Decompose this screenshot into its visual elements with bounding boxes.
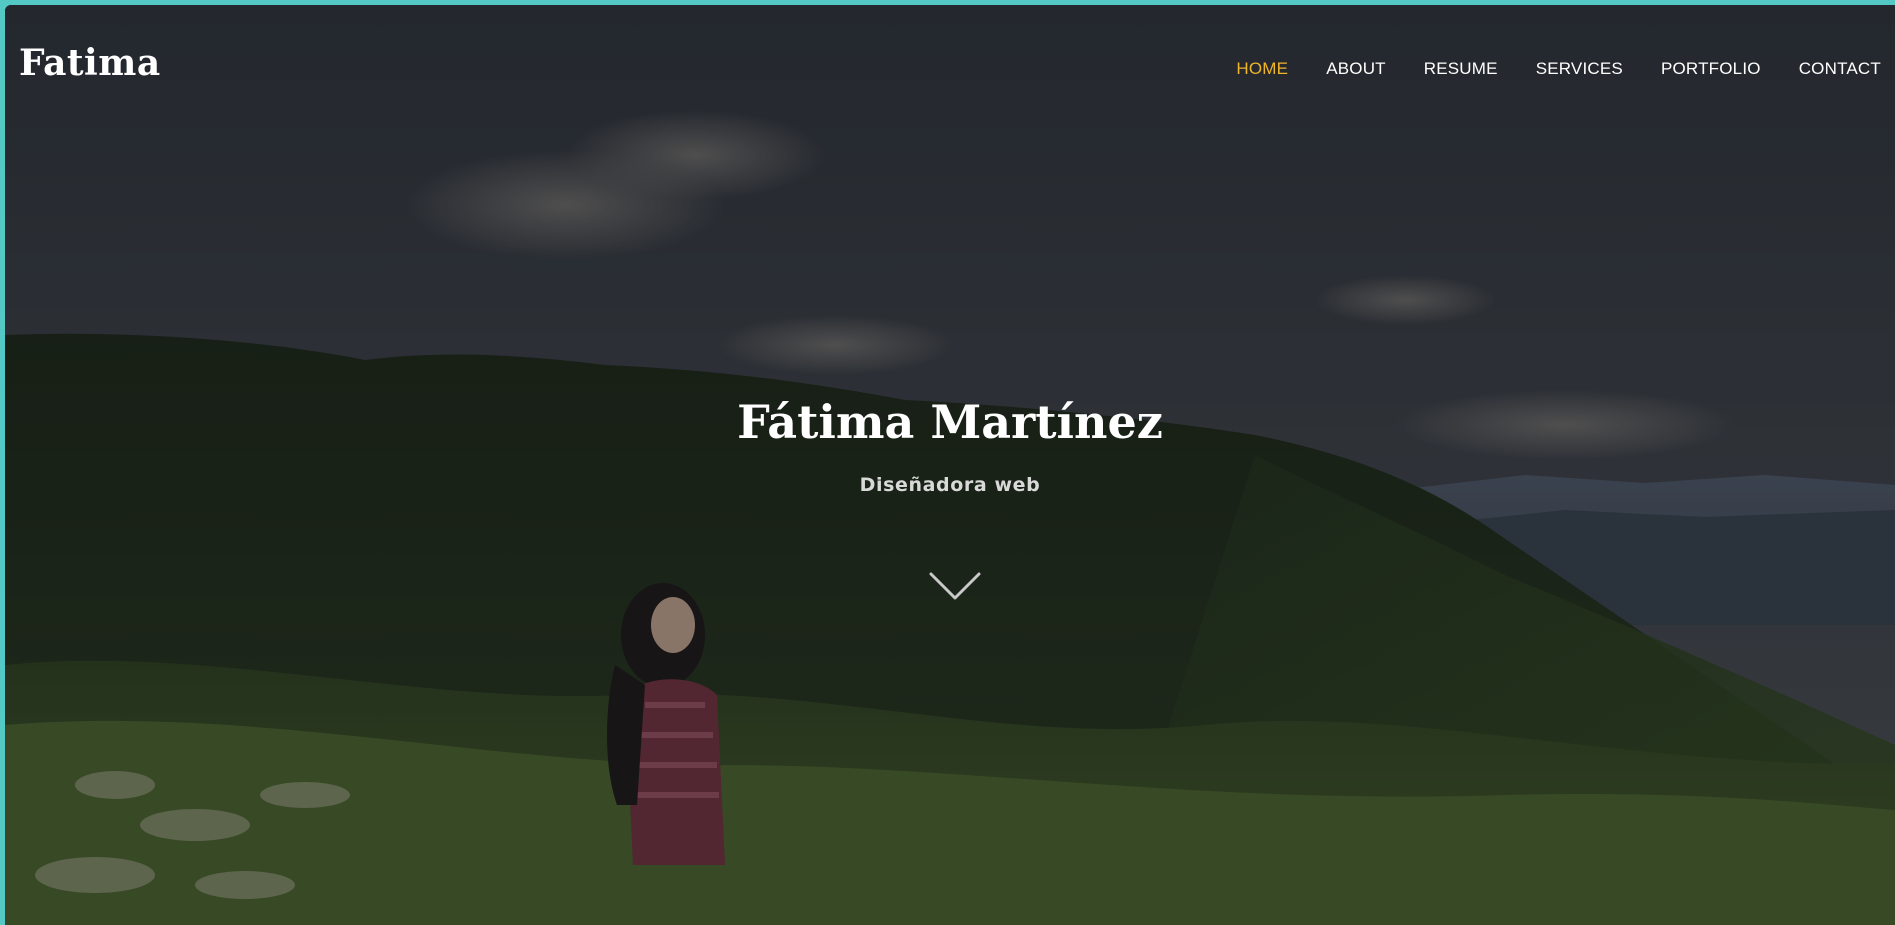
nav-item-about[interactable]: ABOUT bbox=[1326, 59, 1386, 79]
nav-item-home[interactable]: HOME bbox=[1236, 59, 1288, 79]
chevron-down-icon[interactable] bbox=[928, 570, 982, 604]
hero-section: Fatima HOME ABOUT RESUME SERVICES PORTFO… bbox=[5, 5, 1895, 925]
hero-overlay bbox=[5, 5, 1895, 925]
hero-title: Fátima Martínez bbox=[737, 395, 1163, 449]
nav-item-portfolio[interactable]: PORTFOLIO bbox=[1661, 59, 1761, 79]
site-logo[interactable]: Fatima bbox=[19, 42, 161, 84]
nav-item-contact[interactable]: CONTACT bbox=[1799, 59, 1881, 79]
nav-item-resume[interactable]: RESUME bbox=[1424, 59, 1498, 79]
main-nav: HOME ABOUT RESUME SERVICES PORTFOLIO CON… bbox=[1198, 59, 1881, 79]
nav-item-services[interactable]: SERVICES bbox=[1536, 59, 1623, 79]
hero-subtitle: Diseñadora web bbox=[859, 474, 1041, 496]
